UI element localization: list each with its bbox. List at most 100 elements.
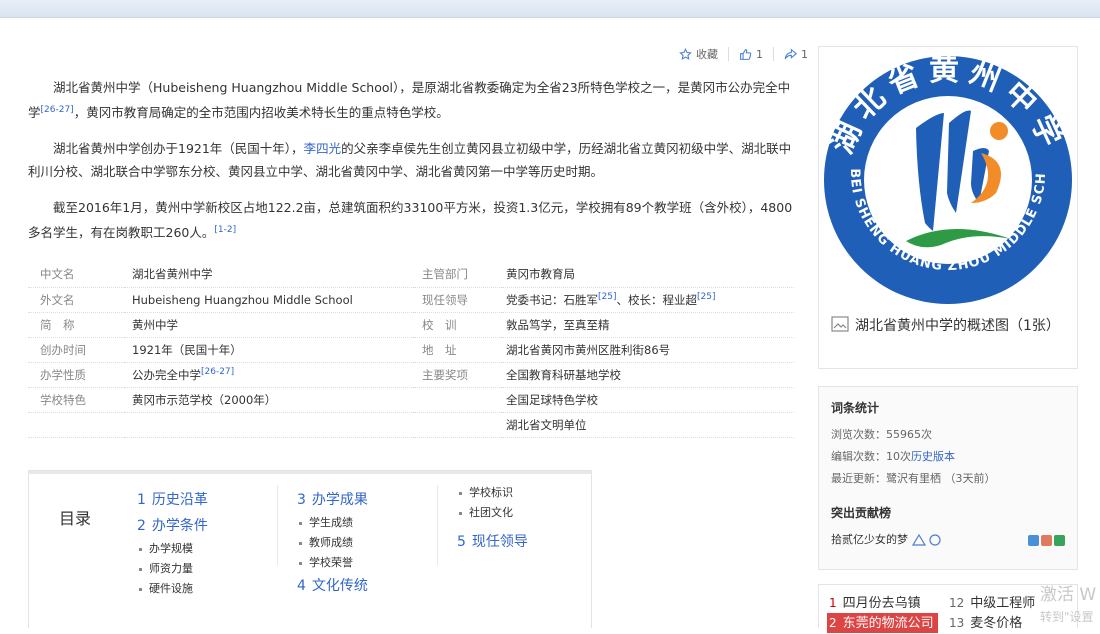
person-link[interactable]: 李四光 [304,141,342,156]
rank: 1 [829,596,837,610]
hot-label: 麦冬价格 [970,616,1023,631]
info-value: 1921年（民国十年） [124,337,414,363]
main-content: 收藏 1 1 湖北省黄州中学（Hubeisheng Huangzhou Midd… [28,18,808,628]
views-row: 浏览次数：55965次 [831,424,1065,446]
toc-number: 2 [137,518,146,534]
toc-subitem[interactable]: 学校荣誉 [297,553,447,573]
cell-text: 外文名 [40,292,75,307]
cell-text: 现任领导 [422,292,468,307]
badge-icon [1028,534,1039,546]
toc-title: 目录 [59,509,92,528]
cell-text: 湖北省黄州中学 [132,267,213,282]
cell-text: 黄州中学 [132,317,178,332]
summary-picture[interactable]: 湖北省黄州中学 HU BEI SHENG HUANG ZHOU MIDDLE S… [818,46,1078,369]
badge-group [1028,534,1065,546]
contributor-title: 突出贡献榜 [831,506,892,520]
info-value: 公办完全中学[26-27] [124,362,414,388]
activation-watermark: 激活 W 转到"设置 [1040,584,1096,628]
cell-text: 中文名 [40,267,75,282]
contributor-row: 拾贰亿少女的梦 [831,529,1065,551]
info-key: 主管部门 [414,262,502,288]
toc-item[interactable]: 2 办学条件 [137,513,287,539]
history-version-link[interactable]: 历史版本 [911,450,955,463]
info-key: 中文名 [28,262,124,288]
hot-item[interactable]: 12 中级工程师 [949,593,1035,613]
toc-label: 文化传统 [311,578,368,594]
sidebar: 湖北省黄州中学 HU BEI SHENG HUANG ZHOU MIDDLE S… [818,46,1078,570]
toc-top-bar [29,471,591,474]
cell-text: 黄冈市教育局 [506,267,575,282]
like-button[interactable]: 1 [739,48,763,61]
info-key: 主要奖项 [414,362,502,388]
hot-item[interactable]: 13 麦冬价格 [949,613,1022,633]
cell-text: 办学性质 [40,367,86,382]
info-value: 敦品笃学，至真至精 [502,312,794,338]
cell-text: 地 址 [422,342,457,357]
watermark-line: 激活 W [1040,585,1097,605]
info-key: 地 址 [414,337,502,363]
caption-text: 湖北省黄州中学的概述图（1张） [855,318,1060,334]
reference-link[interactable]: [25] [697,292,715,302]
toc-item[interactable]: 3 办学成果 [297,487,447,513]
stats-title: 词条统计 [831,401,880,415]
hot-item[interactable]: 1 四月份去乌镇 [829,593,921,613]
toc-number: 4 [297,578,306,594]
summary-paragraph: 湖北省黄州中学创办于1921年（民国十年），李四光的父亲李卓侯先生创立黄冈县立初… [28,137,794,183]
share-button[interactable]: 1 [784,48,808,61]
toc-item[interactable]: 1 历史沿革 [137,487,287,513]
updated-user[interactable]: 鹭沢有里栖 [886,472,941,485]
info-value: 黄州中学 [124,312,414,338]
info-key: 现任领导 [414,287,502,313]
toc-label: 办学成果 [311,492,368,508]
reference-link[interactable]: [1-2] [214,225,236,235]
label: 最近更新： [831,472,886,485]
contributor-name[interactable]: 拾贰亿少女的梦 [831,529,908,551]
cell-text: 学校特色 [40,392,86,407]
toc-subitem[interactable]: 学校标识 [457,483,607,503]
edits-count: 10次 [886,450,911,463]
info-key: 创办时间 [28,337,124,363]
toc-item[interactable]: 5 现任领导 [457,529,607,555]
cell-text: 黄冈市示范学校（2000年） [132,392,277,407]
picture-caption[interactable]: 湖北省黄州中学的概述图（1张） [831,315,1067,337]
info-value: 黄冈市教育局 [502,262,794,288]
cell-text: 主要奖项 [422,367,468,382]
toc-subitem[interactable]: 社团文化 [457,503,607,523]
views-count: 55965次 [886,428,932,441]
entry-statistics: 词条统计 浏览次数：55965次 编辑次数：10次历史版本 最近更新：鹭沢有里栖… [818,386,1078,570]
info-value: 党委书记：石胜军[25]、校长：程业超[25] [502,287,794,313]
watermark-line: 转到"设置 [1040,610,1094,624]
logo-orange-dot [990,122,1008,140]
label: 浏览次数： [831,428,886,441]
favorite-label: 收藏 [696,48,718,61]
toc-subitem[interactable]: 师资力量 [137,559,287,579]
toc-number: 5 [457,534,466,550]
toc-subitem[interactable]: 办学规模 [137,539,287,559]
school-logo: 湖北省黄州中学 HU BEI SHENG HUANG ZHOU MIDDLE S… [821,53,1072,304]
text: ，黄冈市教育局确定的全市范围内招收美术特长生的重点特色学校。 [73,105,449,121]
info-row: 简 称 黄州中学 校 训 敦品笃学，至真至精 [28,312,794,338]
cell-text: 党委书记：石胜军 [506,292,598,307]
toc-number: 3 [297,492,306,508]
info-value: Hubeisheng Huangzhou Middle School [124,287,414,313]
warning-icon [912,534,926,546]
cell-text: 创办时间 [40,342,86,357]
reference-link[interactable]: [26-27] [41,105,74,115]
reference-link[interactable]: [25] [598,292,616,302]
toc-column: 3 办学成果学生成绩 教师成绩 学校荣誉 4 文化传统 [297,487,447,599]
cell-text: 、校长：程业超 [616,292,697,307]
toc-subitem[interactable]: 学生成绩 [297,513,447,533]
star-icon [679,47,692,60]
toc-subitem[interactable]: 硬件设施 [137,579,287,599]
table-of-contents: 目录 1 历史沿革 2 办学条件 办学规模 师资力量 硬件设施 3 办学成果学生成绩 教师成绩学… [28,470,592,628]
hot-item-selected[interactable]: 2 东莞的物流公司 [827,613,938,633]
reference-link[interactable]: [26-27] [201,367,234,377]
updated-time: （3天前） [944,472,996,485]
toc-item[interactable]: 4 文化传统 [297,573,447,599]
label: 编辑次数： [831,450,886,463]
summary-paragraph: 截至2016年1月，黄州中学新校区占地122.2亩，总建筑面积约33100平方米… [28,196,794,244]
cell-text: 主管部门 [422,267,468,282]
toc-subitem[interactable]: 教师成绩 [297,533,447,553]
hot-label: 中级工程师 [970,596,1036,611]
favorite-button[interactable]: 收藏 [679,46,718,62]
